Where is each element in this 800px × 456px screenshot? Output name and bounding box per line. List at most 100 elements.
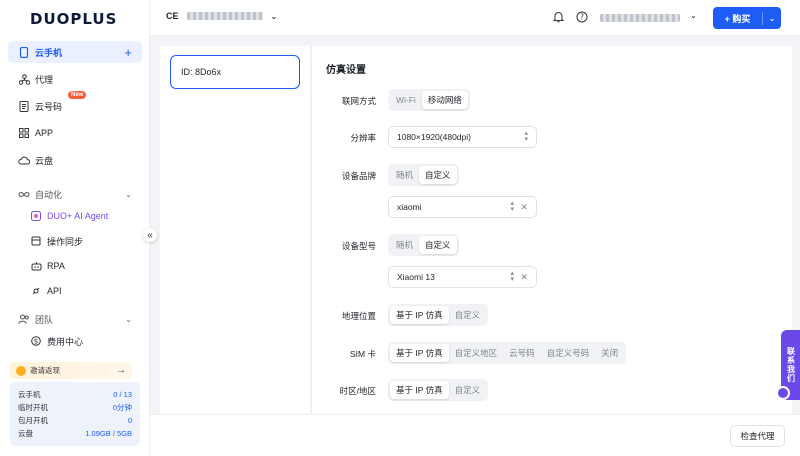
sidebar-item-label: 费用中心 (47, 336, 84, 347)
quota-value: 1.09GB / 5GB (85, 429, 132, 438)
ai-icon (30, 210, 42, 222)
model-option-random[interactable]: 随机 (390, 236, 419, 254)
sidebar-item-label: 自动化 (35, 189, 63, 200)
quota-value: 0 (127, 416, 132, 425)
clear-icon[interactable]: ✕ (520, 202, 528, 213)
network-segmented: Wi-Fi 移动网络 (388, 89, 470, 111)
sync-icon (30, 235, 42, 247)
resolution-value: 1080×1920(480dpi) (397, 132, 471, 142)
cloud-icon (18, 154, 30, 166)
section-title: 仿真设置 (326, 65, 366, 76)
org-switcher[interactable]: CE ⌄ (166, 11, 277, 21)
brand-option-random[interactable]: 随机 (390, 166, 419, 184)
proxy-icon (18, 73, 30, 85)
sidebar-item-label: 团队 (35, 314, 54, 325)
model-value: Xiaomi 13 (397, 272, 435, 282)
sim-label: SIM 卡 (350, 349, 376, 359)
sim-option-cloud-number[interactable]: 云号码 (503, 344, 541, 362)
quota-label: 云手机 (18, 390, 41, 399)
sim-option-off[interactable]: 关闭 (595, 344, 624, 362)
help-icon[interactable]: ? (576, 11, 588, 23)
resolution-label: 分辨率 (350, 133, 376, 143)
sim-option-custom-region[interactable]: 自定义地区 (449, 344, 504, 362)
clear-icon[interactable]: ✕ (520, 272, 528, 283)
org-name-redacted (186, 12, 263, 20)
sidebar-item-ai-agent[interactable]: DUO+ AI Agent (8, 205, 142, 227)
sidebar-item-sync[interactable]: 操作同步 (8, 230, 142, 252)
quota-value: 0 / 13 (113, 390, 132, 399)
header: CE ⌄ ? ⌄ + 购买 ⌄ (150, 0, 800, 36)
sim-option-ip[interactable]: 基于 IP 仿真 (390, 344, 449, 362)
sidebar-group-team[interactable]: 团队 ⌄ (8, 308, 142, 330)
chat-icon[interactable] (776, 386, 790, 400)
quota-label: 包月开机 (18, 416, 48, 425)
brand-select[interactable]: xiaomi ▴ ▾ ✕ (388, 196, 537, 218)
sidebar-item-label: APP (35, 128, 54, 138)
model-option-custom[interactable]: 自定义 (419, 236, 457, 254)
location-option-custom[interactable]: 自定义 (449, 306, 487, 324)
quota-value: 0分钟 (112, 403, 132, 412)
sidebar-item-app[interactable]: APP (8, 122, 142, 144)
sidebar-item-api[interactable]: API (8, 280, 142, 302)
sidebar-item-label: 操作同步 (47, 236, 84, 247)
network-option-mobile[interactable]: 移动网络 (421, 91, 468, 109)
coin-icon (16, 365, 26, 376)
collapse-sidebar-button[interactable]: « (143, 228, 157, 242)
sort-arrows-icon: ▴ ▾ (524, 130, 528, 143)
sidebar-item-label: API (47, 286, 62, 296)
team-icon (18, 313, 30, 325)
quota-label: 云盘 (18, 429, 33, 438)
buy-button-main[interactable]: + 购买 (713, 11, 763, 25)
sort-arrows-icon: ▴ ▾ (510, 270, 514, 283)
network-option-wifi[interactable]: Wi-Fi (390, 91, 422, 109)
buy-button[interactable]: + 购买 ⌄ (713, 7, 781, 29)
chevron-down-icon[interactable]: ⌄ (690, 11, 697, 20)
model-label: 设备型号 (341, 241, 376, 251)
sidebar-item-label: 云盘 (35, 155, 54, 166)
timezone-segmented: 基于 IP 仿真 自定义 (388, 379, 489, 401)
network-label: 联网方式 (341, 96, 376, 106)
sidebar-item-rpa[interactable]: RPA (8, 255, 142, 277)
timezone-option-ip[interactable]: 基于 IP 仿真 (390, 381, 449, 399)
plus-icon: + (724, 13, 730, 24)
chevron-down-icon: ⌄ (125, 189, 132, 199)
brand-label: 设备品牌 (341, 171, 376, 181)
sidebar-item-label: 代理 (35, 74, 54, 85)
check-proxy-button[interactable]: 检查代理 (730, 425, 785, 447)
chevron-down-icon[interactable]: ⌄ (763, 14, 781, 23)
quota-label: 临时开机 (18, 403, 48, 412)
sidebar-item-proxy[interactable]: 代理 (8, 68, 142, 90)
org-initials: CE (166, 11, 179, 21)
location-label: 地理位置 (341, 311, 376, 321)
sidebar-item-cloud-phone[interactable]: 云手机 + (8, 41, 142, 63)
new-badge: New (68, 91, 87, 99)
resolution-select[interactable]: 1080×1920(480dpi) ▴ ▾ (388, 126, 537, 148)
brand-option-custom[interactable]: 自定义 (419, 166, 457, 184)
sidebar-item-cloud-number[interactable]: 云号码 New (8, 91, 142, 117)
bell-icon[interactable] (552, 11, 564, 23)
user-account-redacted[interactable] (600, 14, 680, 22)
device-card[interactable]: ID: 8Do6x (170, 55, 300, 89)
sidebar-item-billing[interactable]: $ 费用中心 (8, 330, 142, 352)
brand-segmented: 随机 自定义 (388, 164, 459, 186)
timezone-label: 时区/地区 (339, 386, 376, 396)
add-phone-icon[interactable]: + (124, 45, 132, 60)
timezone-option-custom[interactable]: 自定义 (449, 381, 487, 399)
quota-panel: 云手机 0 / 13 临时开机 0分钟 包月开机 0 云盘 1.09GB / 5GB (10, 382, 140, 446)
sidebar-item-label: 云号码 (35, 101, 63, 112)
invite-cashback-banner[interactable]: 邀请返现 → (10, 362, 132, 379)
sidebar-group-automation[interactable]: 自动化 ⌄ (8, 183, 142, 205)
sort-arrows-icon: ▴ ▾ (510, 200, 514, 213)
sim-option-custom-number[interactable]: 自定义号码 (541, 344, 596, 362)
sim-segmented: 基于 IP 仿真 自定义地区 云号码 自定义号码 关闭 (388, 342, 627, 364)
device-list-panel (160, 46, 310, 414)
arrow-right-icon: → (116, 365, 126, 376)
location-option-ip[interactable]: 基于 IP 仿真 (390, 306, 449, 324)
sidebar-item-cloud-disk[interactable]: 云盘 (8, 149, 142, 171)
chevron-down-icon: ⌄ (125, 314, 132, 324)
model-select[interactable]: Xiaomi 13 ▴ ▾ ✕ (388, 266, 537, 288)
quota-row: 包月开机 0 (18, 414, 132, 427)
logo[interactable]: DUOPLUS (30, 10, 117, 28)
svg-text:$: $ (34, 338, 38, 346)
quota-row: 云手机 0 / 13 (18, 388, 132, 401)
